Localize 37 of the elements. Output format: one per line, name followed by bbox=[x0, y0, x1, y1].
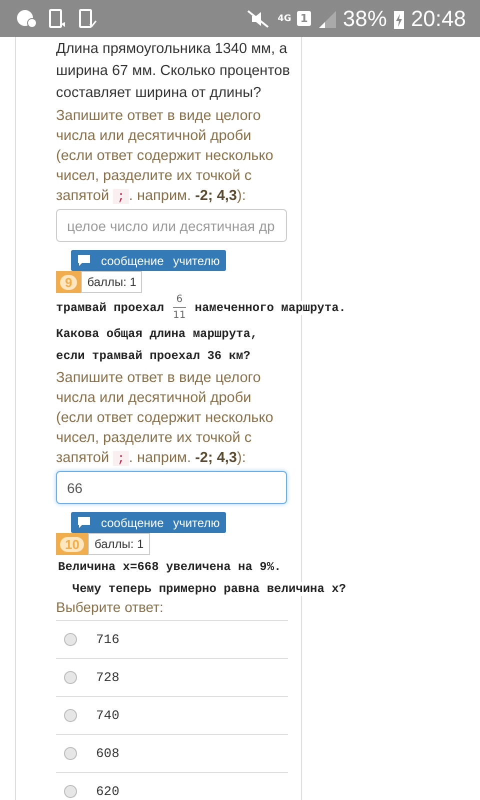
speech-bubble-icon bbox=[77, 516, 91, 529]
question-text: Какова общая длина маршрута, bbox=[56, 327, 258, 341]
question-text: если трамвай проехал 36 км? bbox=[56, 349, 250, 363]
points-label: баллы: 1 bbox=[81, 271, 142, 293]
instruction-text: Запишите ответ в виде целого числа или десятичной дроби (если ответ содержит несколько чисел, разделите их точкой с запятой ; . наприм. -2; 4,3): bbox=[56, 369, 274, 468]
radio-button[interactable] bbox=[64, 709, 77, 722]
message-teacher-button[interactable]: сообщение учителю bbox=[71, 512, 226, 533]
question-text: Величина x=668 увеличена на 9%. bbox=[58, 560, 282, 574]
question-number-badge: 10 bbox=[56, 533, 88, 555]
instruction-text: Запишите ответ в виде целого числа или десятичной дроби (если ответ содержит несколько чисел, разделите их точкой с запятой ; . наприм. -2; 4,3): bbox=[56, 107, 274, 206]
radio-button[interactable] bbox=[64, 785, 77, 798]
signal-icon bbox=[316, 8, 337, 28]
prompt-text: Выберите ответ: bbox=[56, 599, 288, 621]
radio-button[interactable] bbox=[64, 633, 77, 646]
clock: 20:48 bbox=[410, 6, 466, 32]
fraction: 6 11 bbox=[173, 293, 186, 322]
question-text: трамвай проехал bbox=[56, 300, 164, 314]
message-teacher-button[interactable]: сообщение учителю bbox=[71, 250, 226, 271]
question-text: намеченного маршрута. bbox=[194, 300, 346, 314]
option-label[interactable]: 728 bbox=[96, 670, 120, 685]
question-text: Длина прямоугольника 1340 мм, а ширина 67 мм. Сколько процентов составляет ширина от длины? bbox=[56, 40, 291, 103]
radio-button[interactable] bbox=[64, 671, 77, 684]
speech-bubble-icon bbox=[77, 254, 91, 267]
option-label[interactable]: 740 bbox=[96, 708, 120, 723]
question-number-badge: 9 bbox=[56, 271, 82, 293]
phone-check-icon bbox=[78, 8, 98, 30]
sim-label: 1 bbox=[297, 11, 311, 26]
radio-button[interactable] bbox=[64, 747, 77, 760]
option-label[interactable]: 608 bbox=[96, 746, 120, 761]
answer-field[interactable]: целое число или десятичная др bbox=[56, 209, 287, 242]
network-label: 4G bbox=[278, 14, 292, 24]
option-label[interactable]: 620 bbox=[96, 784, 120, 799]
battery-percent: 38% bbox=[342, 6, 387, 32]
phone-icon bbox=[48, 8, 68, 30]
points-label: баллы: 1 bbox=[88, 533, 150, 555]
option-label[interactable]: 716 bbox=[96, 632, 120, 647]
answer-field[interactable]: 66 bbox=[56, 471, 287, 504]
